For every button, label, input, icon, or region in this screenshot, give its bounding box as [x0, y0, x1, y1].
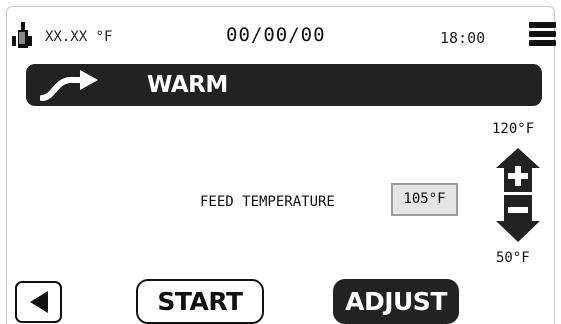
min-temperature-limit: 50°F: [496, 250, 530, 266]
bottle-icon: [12, 22, 32, 48]
back-button[interactable]: [15, 281, 62, 323]
hamburger-menu-icon[interactable]: [529, 22, 556, 50]
adjust-button[interactable]: ADJUST: [333, 279, 459, 324]
back-triangle-icon: [30, 291, 48, 313]
feed-temperature-label: FEED TEMPERATURE: [200, 194, 335, 210]
plus-arrow-up-icon[interactable]: [496, 148, 540, 192]
curved-arrow-icon: [40, 70, 98, 101]
screen-frame: [6, 6, 555, 324]
max-temperature-limit: 120°F: [492, 121, 535, 137]
feed-temperature-field[interactable]: 105°F: [391, 183, 458, 216]
time-readout: 18:00: [440, 29, 486, 47]
minus-arrow-down-icon[interactable]: [496, 195, 540, 242]
mode-label: WARM: [147, 72, 228, 98]
start-button[interactable]: START: [136, 279, 264, 324]
current-temperature-readout: XX.XX °F: [45, 29, 113, 45]
mode-banner: WARM: [26, 64, 542, 106]
date-readout: 00/00/00: [226, 24, 326, 46]
